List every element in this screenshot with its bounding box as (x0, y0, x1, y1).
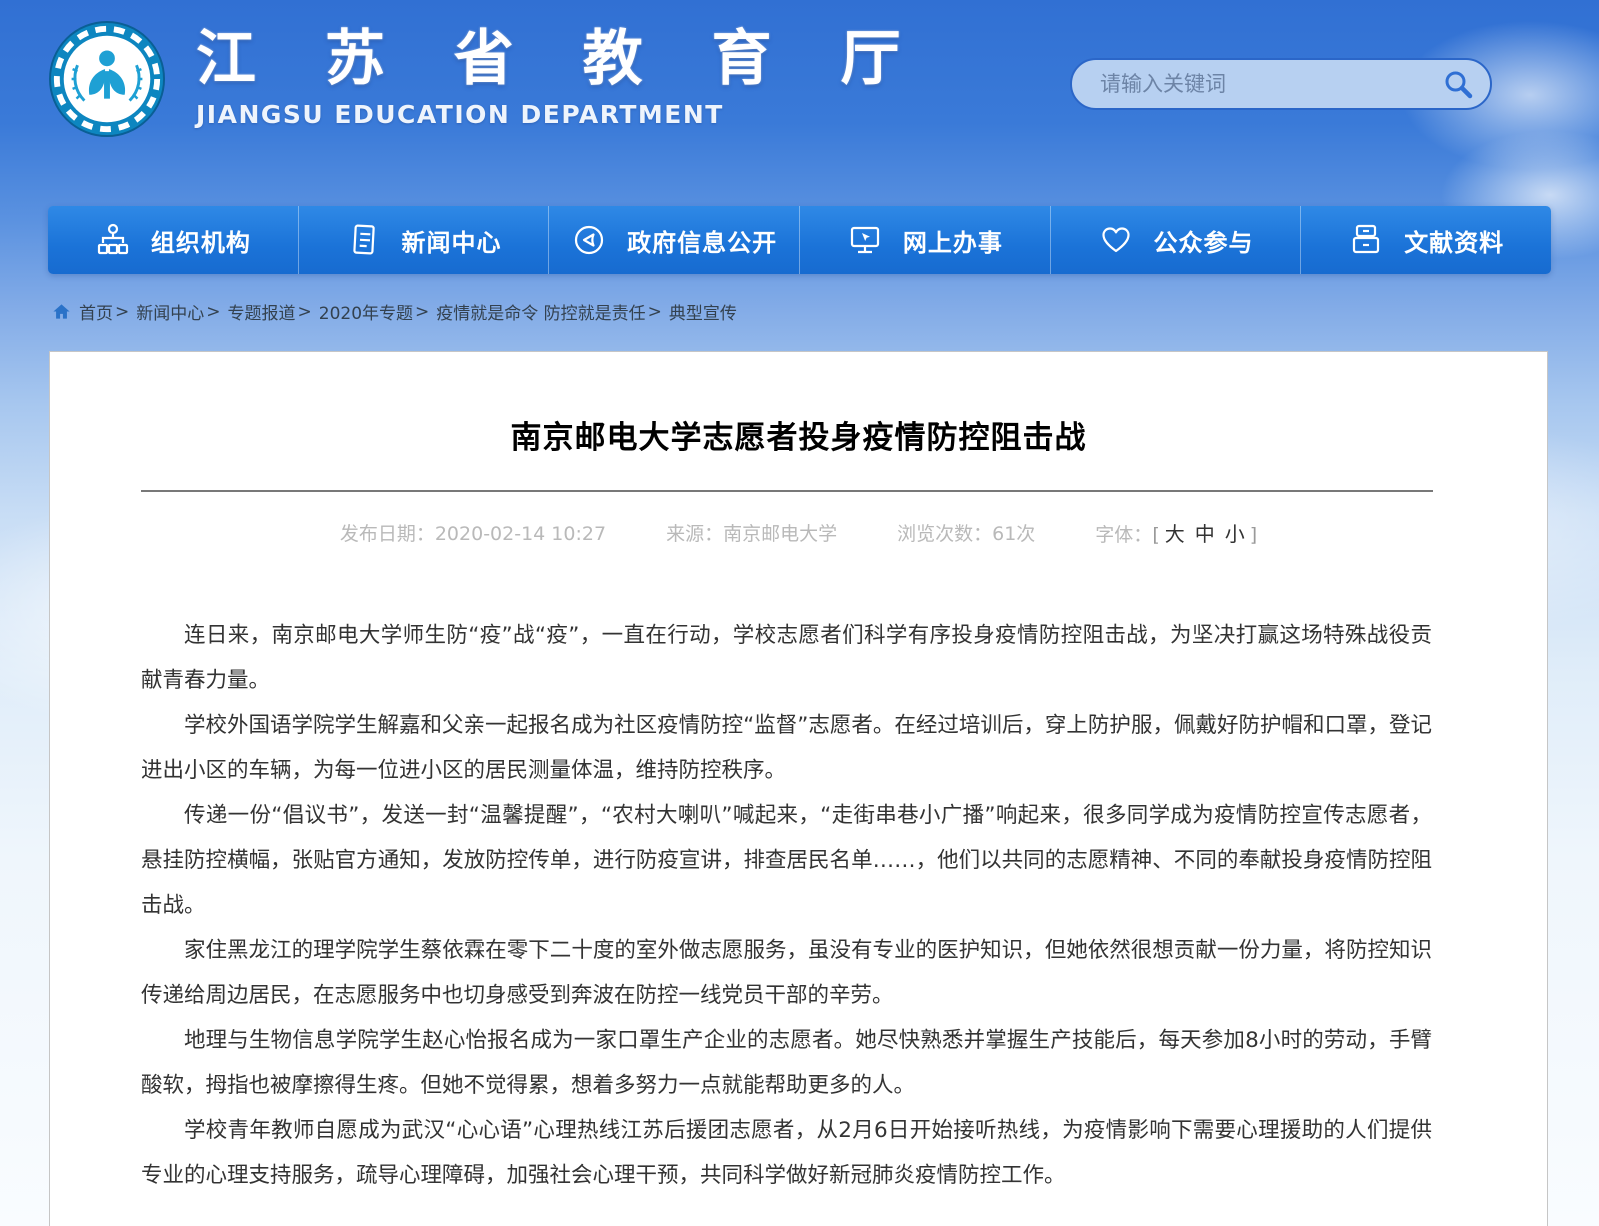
site-title: 江 苏 省 教 育 厅 (196, 26, 924, 92)
font-size-small-button[interactable]: 小 (1225, 522, 1245, 546)
nav-label: 文献资料 (1404, 223, 1504, 258)
nav-label: 网上办事 (903, 223, 1003, 258)
org-chart-icon (95, 222, 131, 258)
article-paragraph: 家住黑龙江的理学院学生蔡依霖在零下二十度的室外做志愿服务，虽没有专业的医护知识，… (141, 928, 1432, 1018)
site-logo-emblem (48, 20, 166, 138)
font-size-control: 字体：[ 大中小] (1095, 518, 1257, 547)
article-paragraph: 学校外国语学院学生解嘉和父亲一起报名成为社区疫情防控“监督”志愿者。在经过培训后… (141, 703, 1432, 793)
online-services-icon (847, 222, 883, 258)
search-box (1070, 58, 1492, 110)
views-label: 浏览次数： (897, 523, 992, 545)
article-paragraph: 连日来，南京邮电大学师生防“疫”战“疫”，一直在行动，学校志愿者们科学有序投身疫… (141, 613, 1432, 703)
site-header: 江 苏 省 教 育 厅 JIANGSU EDUCATION DEPARTMENT (0, 0, 1599, 206)
search-button[interactable] (1442, 68, 1474, 100)
breadcrumb-item-news-center[interactable]: 新闻中心 (136, 299, 204, 324)
main-nav: 组织机构 新闻中心 政府信息公开 (48, 206, 1551, 274)
article-source: 来源：南京邮电大学 (666, 519, 837, 546)
article-paragraph: 传递一份“倡议书”，发送一封“温馨提醒”，“农村大喇叭”喊起来，“走街串巷小广播… (141, 793, 1432, 928)
breadcrumb-separator: > (115, 302, 129, 322)
nav-label: 政府信息公开 (627, 223, 777, 258)
article-meta: 发布日期：2020-02-14 10:27 来源：南京邮电大学 浏览次数：61次… (50, 518, 1547, 547)
breadcrumb-item-typical-publicity[interactable]: 典型宣传 (669, 299, 737, 324)
breadcrumb-separator: > (206, 302, 220, 322)
breadcrumb-item-epidemic-topic[interactable]: 疫情就是命令 防控就是责任 (436, 299, 645, 324)
site-title-english: JIANGSU EDUCATION DEPARTMENT (196, 100, 924, 129)
source-label: 来源： (666, 523, 723, 545)
site-title-block: 江 苏 省 教 育 厅 JIANGSU EDUCATION DEPARTMENT (196, 26, 924, 129)
article-paragraph: 地理与生物信息学院学生赵心怡报名成为一家口罩生产企业的志愿者。她尽快熟悉并掌握生… (141, 1018, 1432, 1108)
nav-label: 公众参与 (1154, 223, 1254, 258)
views-value: 61次 (992, 523, 1035, 545)
article-body: 连日来，南京邮电大学师生防“疫”战“疫”，一直在行动，学校志愿者们科学有序投身疫… (50, 613, 1547, 1226)
publish-date-label: 发布日期： (340, 523, 435, 545)
article-paragraph: 学校青年教师自愿成为武汉“心心语”心理热线江苏后援团志愿者，从2月6日开始接听热… (141, 1108, 1432, 1198)
search-input[interactable] (1098, 71, 1442, 97)
nav-item-online-services[interactable]: 网上办事 (799, 206, 1050, 274)
nav-item-organization[interactable]: 组织机构 (48, 206, 298, 274)
nav-item-public-participation[interactable]: 公众参与 (1050, 206, 1301, 274)
heart-icon (1098, 222, 1134, 258)
breadcrumb-separator: > (298, 302, 312, 322)
font-size-large-button[interactable]: 大 (1165, 522, 1185, 546)
nav-label: 组织机构 (151, 223, 251, 258)
bracket: [ (1152, 524, 1159, 546)
breadcrumb: 首页 > 新闻中心 > 专题报道 > 2020年专题 > 疫情就是命令 防控就是… (52, 299, 1599, 324)
page-background: 江 苏 省 教 育 厅 JIANGSU EDUCATION DEPARTMENT (0, 0, 1599, 1226)
article-panel: 南京邮电大学志愿者投身疫情防控阻击战 发布日期：2020-02-14 10:27… (49, 351, 1548, 1226)
nav-item-news-center[interactable]: 新闻中心 (298, 206, 549, 274)
breadcrumb-separator: > (415, 302, 429, 322)
news-icon (346, 222, 382, 258)
breadcrumb-item-2020-topics[interactable]: 2020年专题 (319, 299, 413, 324)
info-disclosure-icon (571, 222, 607, 258)
nav-label: 新闻中心 (402, 223, 502, 258)
archive-icon (1348, 222, 1384, 258)
breadcrumb-item-special-reports[interactable]: 专题报道 (228, 299, 296, 324)
home-icon (52, 302, 71, 321)
article-title: 南京邮电大学志愿者投身疫情防控阻击战 (150, 412, 1447, 457)
search-icon (1442, 68, 1474, 100)
source-value: 南京邮电大学 (723, 523, 837, 545)
publish-date: 发布日期：2020-02-14 10:27 (340, 519, 606, 546)
nav-item-documents[interactable]: 文献资料 (1300, 206, 1551, 274)
font-size-medium-button[interactable]: 中 (1195, 522, 1215, 546)
publish-date-value: 2020-02-14 10:27 (435, 523, 606, 545)
font-size-label: 字体： (1095, 524, 1152, 546)
view-count: 浏览次数：61次 (897, 519, 1035, 546)
bracket: ] (1250, 524, 1257, 546)
breadcrumb-separator: > (648, 302, 662, 322)
breadcrumb-item-home[interactable]: 首页 (79, 299, 113, 324)
nav-item-gov-info-disclosure[interactable]: 政府信息公开 (548, 206, 799, 274)
title-divider (141, 490, 1433, 492)
